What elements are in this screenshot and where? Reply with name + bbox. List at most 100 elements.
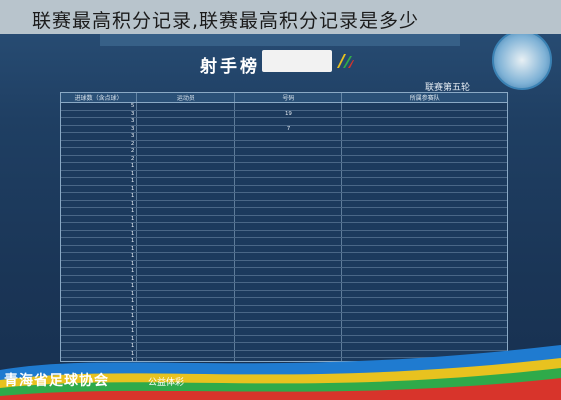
cell-team xyxy=(341,177,507,186)
cell-player xyxy=(136,132,235,141)
cell-player xyxy=(136,252,235,261)
cell-goals: 1 xyxy=(61,245,137,253)
cell-number xyxy=(234,170,342,178)
header-player: 运动员 xyxy=(136,93,235,103)
cell-number xyxy=(234,297,342,306)
cell-number xyxy=(234,252,342,261)
board-title: 射手榜 xyxy=(200,57,260,77)
table-row: 1 xyxy=(61,230,507,238)
image-caption: 联赛最高积分记录,联赛最高积分记录是多少 xyxy=(32,10,420,32)
cell-player xyxy=(136,215,235,223)
sponsor-logo xyxy=(262,50,332,72)
cell-number xyxy=(234,102,342,111)
cell-team xyxy=(341,117,507,126)
table-row: 1 xyxy=(61,312,507,321)
table-row: 1 xyxy=(61,305,507,313)
cell-player xyxy=(136,170,235,178)
cell-number xyxy=(234,327,342,336)
cell-goals: 1 xyxy=(61,222,137,231)
table-row: 1 xyxy=(61,200,507,208)
cell-team xyxy=(341,215,507,223)
cell-player xyxy=(136,290,235,298)
table-row: 1 xyxy=(61,282,507,291)
cell-player xyxy=(136,200,235,208)
cell-team xyxy=(341,132,507,141)
cell-number xyxy=(234,230,342,238)
cell-player xyxy=(136,312,235,321)
cell-team xyxy=(341,140,507,148)
cell-team xyxy=(341,222,507,231)
cell-goals: 1 xyxy=(61,267,137,276)
cell-goals: 1 xyxy=(61,327,137,336)
cell-team xyxy=(341,245,507,253)
cell-goals: 1 xyxy=(61,305,137,313)
cell-goals: 5 xyxy=(61,102,137,111)
table-header-row: 进球数（含点球） 运动员 号码 所属参赛队 xyxy=(61,93,507,103)
table-row: 2 xyxy=(61,147,507,156)
cell-team xyxy=(341,125,507,133)
cell-player xyxy=(136,140,235,148)
cell-player xyxy=(136,147,235,156)
cell-goals: 1 xyxy=(61,275,137,283)
cell-goals: 1 xyxy=(61,170,137,178)
table-row: 1 xyxy=(61,267,507,276)
cell-number xyxy=(234,177,342,186)
cell-number xyxy=(234,200,342,208)
cell-player xyxy=(136,177,235,186)
table-row: 1 xyxy=(61,297,507,306)
table-row: 1 xyxy=(61,185,507,193)
table-row: 2 xyxy=(61,155,507,163)
cell-player xyxy=(136,110,235,118)
cell-number xyxy=(234,275,342,283)
cell-player xyxy=(136,305,235,313)
cell-team xyxy=(341,237,507,246)
cell-goals: 1 xyxy=(61,215,137,223)
cell-team xyxy=(341,147,507,156)
cell-goals: 1 xyxy=(61,237,137,246)
cell-number xyxy=(234,267,342,276)
table-row: 1 xyxy=(61,260,507,268)
cell-team xyxy=(341,162,507,171)
footer-sponsor: 公益体彩 xyxy=(148,378,185,388)
cell-goals: 1 xyxy=(61,252,137,261)
cell-team xyxy=(341,110,507,118)
cell-team xyxy=(341,260,507,268)
cell-player xyxy=(136,327,235,336)
cell-goals: 1 xyxy=(61,312,137,321)
cell-goals: 1 xyxy=(61,207,137,216)
cell-number xyxy=(234,155,342,163)
header-goals: 进球数（含点球） xyxy=(61,93,137,103)
cell-team xyxy=(341,327,507,336)
cell-number xyxy=(234,140,342,148)
cell-goals: 2 xyxy=(61,147,137,156)
cell-goals: 3 xyxy=(61,117,137,126)
cell-goals: 1 xyxy=(61,185,137,193)
cell-player xyxy=(136,230,235,238)
cell-goals: 1 xyxy=(61,162,137,171)
cell-number: 7 xyxy=(234,125,342,133)
cell-goals: 1 xyxy=(61,320,137,328)
table-row: 1 xyxy=(61,177,507,186)
cell-player xyxy=(136,245,235,253)
cell-team xyxy=(341,320,507,328)
cell-team xyxy=(341,275,507,283)
cell-player xyxy=(136,275,235,283)
cell-team xyxy=(341,290,507,298)
header-team: 所属参赛队 xyxy=(341,93,507,103)
cell-number xyxy=(234,260,342,268)
cell-player xyxy=(136,185,235,193)
header-number: 号码 xyxy=(234,93,342,103)
table-row: 1 xyxy=(61,222,507,231)
cell-number xyxy=(234,185,342,193)
cell-number xyxy=(234,312,342,321)
cell-player xyxy=(136,267,235,276)
cell-team xyxy=(341,282,507,291)
cell-number xyxy=(234,215,342,223)
cell-team xyxy=(341,170,507,178)
cell-team xyxy=(341,207,507,216)
header-banner xyxy=(100,32,460,46)
cell-team xyxy=(341,230,507,238)
cell-team xyxy=(341,267,507,276)
cell-player xyxy=(136,282,235,291)
cell-player xyxy=(136,162,235,171)
